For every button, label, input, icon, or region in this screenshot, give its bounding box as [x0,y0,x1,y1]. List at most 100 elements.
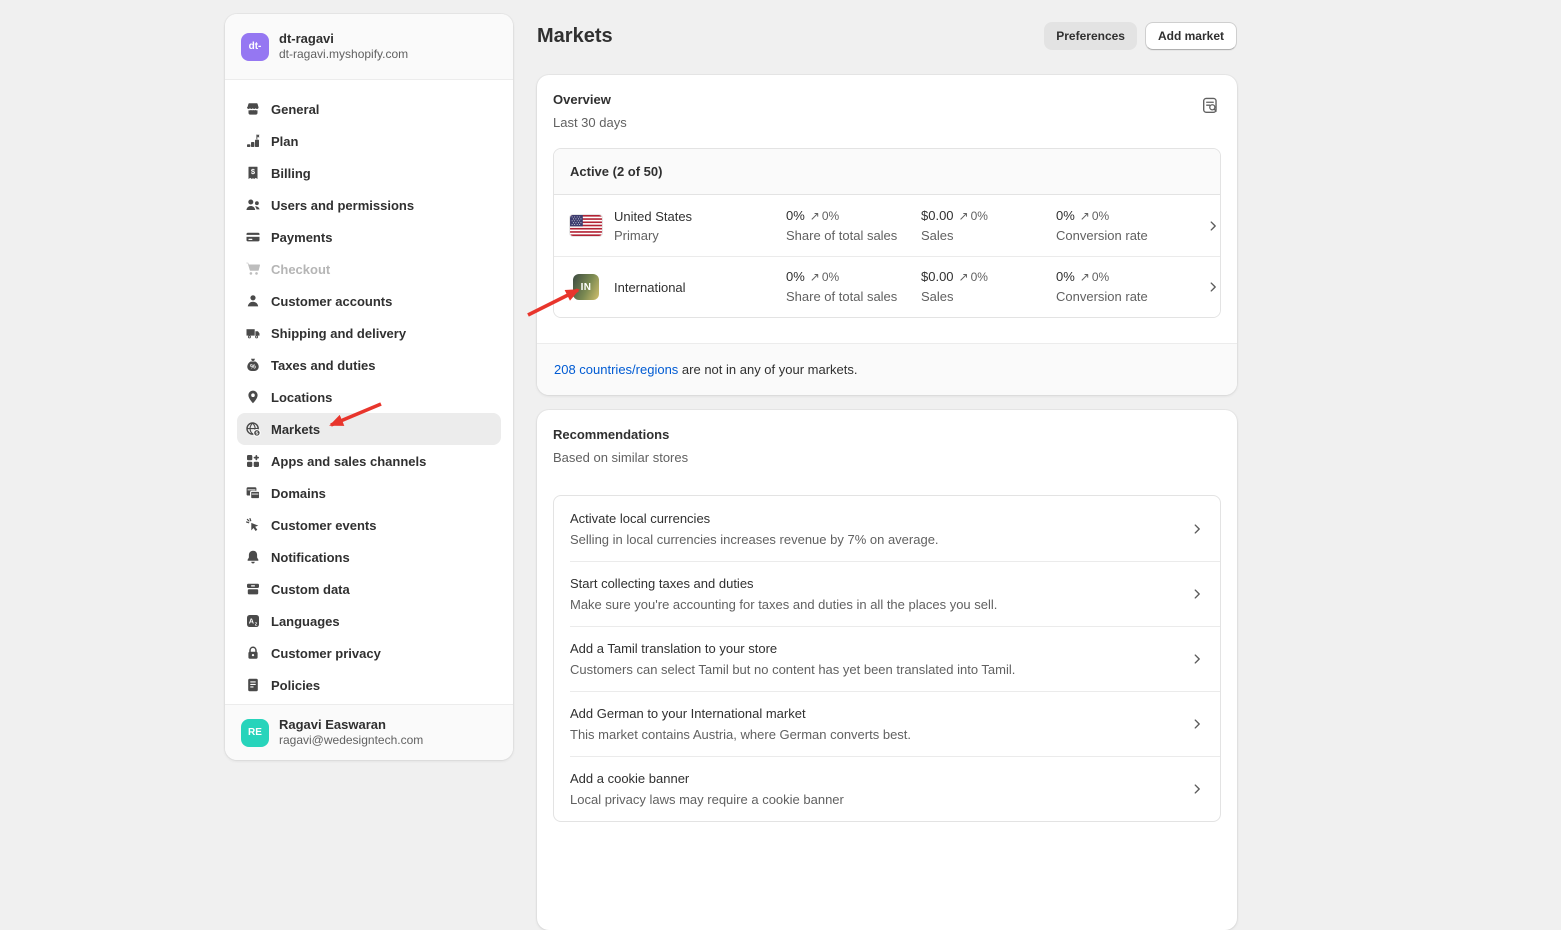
sidebar-item-locations[interactable]: Locations [237,381,501,413]
market-identity: United States Primary [570,207,786,245]
sidebar-item-label: Customer privacy [271,646,381,661]
database-icon [245,581,261,597]
stat-value: $0.00 [921,207,954,225]
chevron-right-icon[interactable] [1190,587,1204,601]
person-icon [245,293,261,309]
sidebar-item-label: Customer accounts [271,294,392,309]
user-avatar: RE [241,719,269,747]
stat-label: Conversion rate [1056,227,1206,245]
sidebar-item-languages[interactable]: Az Languages [237,605,501,637]
sidebar-item-label: Customer events [271,518,376,533]
sidebar-item-label: Plan [271,134,298,149]
view-report-icon[interactable] [1202,97,1219,117]
recommendation-add-german[interactable]: Add German to your International market … [554,691,1220,756]
recommendation-text: Activate local currencies Selling in loc… [570,509,939,549]
sidebar-item-taxes-duties[interactable]: % Taxes and duties [237,349,501,381]
sidebar-item-customer-accounts[interactable]: Customer accounts [237,285,501,317]
market-name: International [614,278,686,297]
stat-value: 0% [786,207,805,225]
sidebar-item-billing[interactable]: $ Billing [237,157,501,189]
sidebar-item-label: Billing [271,166,311,181]
market-name-block: United States Primary [614,207,692,245]
sidebar-item-custom-data[interactable]: Custom data [237,573,501,605]
store-name: dt-ragavi [279,31,408,47]
map-pin-icon [245,389,261,405]
stat-label: Share of total sales [786,227,921,245]
users-icon [245,197,261,213]
recommendation-title: Activate local currencies [570,509,939,528]
sidebar-item-markets[interactable]: $ Markets [237,413,501,445]
preferences-button[interactable]: Preferences [1044,22,1137,50]
sidebar-item-label: Locations [271,390,332,405]
sidebar-item-payments[interactable]: Payments [237,221,501,253]
recommendation-title: Start collecting taxes and duties [570,574,997,593]
chevron-right-icon[interactable] [1206,280,1220,294]
recommendation-description: Make sure you're accounting for taxes an… [570,595,997,614]
recommendation-collect-taxes-duties[interactable]: Start collecting taxes and duties Make s… [554,561,1220,626]
stat-value: $0.00 [921,268,954,286]
sidebar-item-customer-privacy[interactable]: Customer privacy [237,637,501,669]
chevron-right-icon[interactable] [1190,522,1204,536]
sidebar-item-general[interactable]: General [237,93,501,125]
delta-arrow-icon: ↗ [1080,209,1090,223]
stat-delta-value: 0% [971,209,988,223]
sidebar-item-domains[interactable]: Domains [237,477,501,509]
bell-icon [245,549,261,565]
chevron-right-icon[interactable] [1190,717,1204,731]
recommendation-title: Add a Tamil translation to your store [570,639,1015,658]
recommendations-list: Activate local currencies Selling in loc… [553,495,1221,822]
sidebar-item-label: Notifications [271,550,350,565]
svg-text:A: A [249,617,254,626]
page-header: Markets Preferences Add market [537,22,1237,50]
sidebar-item-notifications[interactable]: Notifications [237,541,501,573]
international-badge: IN [573,274,599,300]
recommendation-text: Start collecting taxes and duties Make s… [570,574,997,614]
stat-conversion-rate: 0% ↗0% Conversion rate [1056,268,1206,306]
market-row-united-states[interactable]: United States Primary 0% ↗0% Share of to… [554,195,1220,256]
overview-title: Overview [553,91,1221,108]
market-row-international[interactable]: IN International 0% ↗0% Share of total s… [554,256,1220,317]
delta-arrow-icon: ↗ [810,209,820,223]
stat-label: Sales [921,288,1056,306]
store-domain: dt-ragavi.myshopify.com [279,47,408,62]
sidebar-item-label: Policies [271,678,320,693]
sidebar-item-customer-events[interactable]: Customer events [237,509,501,541]
settings-sidebar: dt- dt-ragavi dt-ragavi.myshopify.com Ge… [225,14,513,760]
stat-delta: ↗0% [959,270,988,284]
delta-arrow-icon: ↗ [959,209,969,223]
stat-delta: ↗0% [1080,209,1109,223]
footer-text: are not in any of your markets. [678,362,857,377]
sidebar-item-shipping-delivery[interactable]: Shipping and delivery [237,317,501,349]
us-flag-icon [570,215,602,236]
sidebar-item-label: Checkout [271,262,330,277]
store-icon [245,101,261,117]
sidebar-item-plan[interactable]: Plan [237,125,501,157]
stat-delta-value: 0% [1092,270,1109,284]
globe-dollar-icon: $ [245,421,261,437]
billing-icon: $ [245,165,261,181]
countries-regions-link[interactable]: 208 countries/regions [554,362,678,377]
overview-subtitle: Last 30 days [553,114,1221,131]
stat-label: Sales [921,227,1056,245]
stat-delta-value: 0% [1092,209,1109,223]
stat-label: Share of total sales [786,288,921,306]
recommendation-activate-local-currencies[interactable]: Activate local currencies Selling in loc… [554,496,1220,561]
sidebar-item-label: Shipping and delivery [271,326,406,341]
user-footer[interactable]: RE Ragavi Easwaran ragavi@wedesigntech.c… [225,704,513,760]
cart-icon [245,261,261,277]
market-subtitle: Primary [614,226,692,245]
recommendation-tamil-translation[interactable]: Add a Tamil translation to your store Cu… [554,626,1220,691]
recommendations-title: Recommendations [553,426,1221,443]
tax-bag-icon: % [245,357,261,373]
sidebar-item-apps-sales-channels[interactable]: Apps and sales channels [237,445,501,477]
sidebar-item-policies[interactable]: Policies [237,669,501,701]
translate-icon: Az [245,613,261,629]
delta-arrow-icon: ↗ [810,270,820,284]
sidebar-item-users-permissions[interactable]: Users and permissions [237,189,501,221]
recommendation-text: Add German to your International market … [570,704,911,744]
chevron-right-icon[interactable] [1206,219,1220,233]
chevron-right-icon[interactable] [1190,652,1204,666]
settings-nav: General Plan $ Billing Users and permiss… [225,80,513,701]
recommendation-text: Add a Tamil translation to your store Cu… [570,639,1015,679]
add-market-button[interactable]: Add market [1145,22,1237,50]
